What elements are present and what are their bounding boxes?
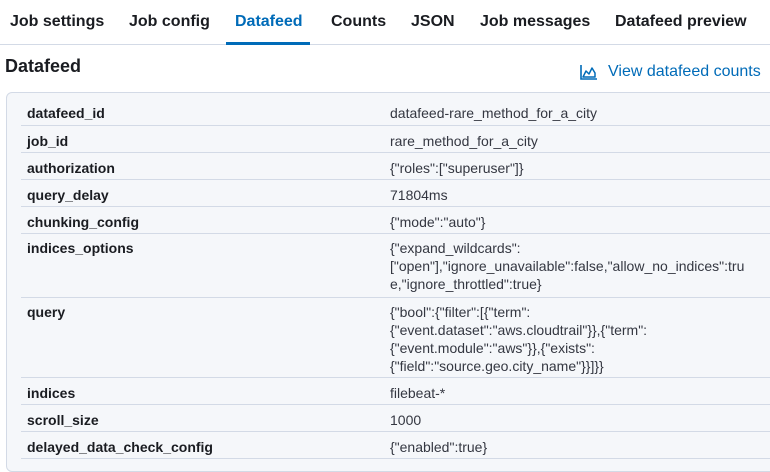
row-key: chunking_config	[27, 214, 139, 230]
row-key: job_id	[27, 133, 69, 149]
tab-datafeed-preview[interactable]: Datafeed preview	[615, 0, 747, 44]
row-value: {"enabled":true}	[390, 439, 488, 455]
table-row: query_delay 71804ms	[21, 180, 770, 207]
row-value: {"expand_wildcards": ["open"],"ignore_un…	[390, 240, 745, 292]
tab-bar: Job settings Job config Datafeed Counts …	[0, 0, 770, 45]
row-key: scroll_size	[27, 412, 99, 428]
row-value: {"bool":{"filter":[{"term": {"event.data…	[390, 304, 648, 374]
row-key: indices	[27, 385, 76, 401]
table-row: job_id rare_method_for_a_city	[21, 126, 770, 153]
row-key: datafeed_id	[27, 105, 105, 121]
row-value: 71804ms	[390, 187, 448, 203]
row-key: delayed_data_check_config	[27, 439, 213, 455]
tab-job-config[interactable]: Job config	[129, 0, 210, 44]
table-row: chunking_config {"mode":"auto"}	[21, 207, 770, 234]
active-tab-indicator	[226, 42, 310, 45]
table-row: scroll_size 1000	[21, 405, 770, 432]
tab-counts[interactable]: Counts	[331, 0, 386, 44]
tab-json[interactable]: JSON	[411, 0, 455, 44]
tab-job-messages[interactable]: Job messages	[480, 0, 590, 44]
table-row: datafeed_id datafeed-rare_method_for_a_ci…	[21, 98, 770, 126]
row-value: {"mode":"auto"}	[390, 214, 486, 230]
chart-area-icon	[580, 65, 597, 80]
view-datafeed-counts-label: View datafeed counts	[608, 63, 761, 80]
row-key: query_delay	[27, 187, 109, 203]
tab-job-settings[interactable]: Job settings	[10, 0, 104, 44]
datafeed-details-table: datafeed_id datafeed-rare_method_for_a_ci…	[21, 98, 770, 459]
row-key: authorization	[27, 160, 115, 176]
table-row: indices filebeat-*	[21, 378, 770, 405]
tab-datafeed[interactable]: Datafeed	[235, 0, 303, 44]
row-value: {"roles":["superuser"]}	[390, 160, 524, 176]
table-row: query {"bool":{"filter":[{"term": {"event…	[21, 298, 770, 378]
view-datafeed-counts-link[interactable]: View datafeed counts	[580, 61, 761, 83]
row-key: query	[27, 304, 66, 320]
table-row: delayed_data_check_config {"enabled":true…	[21, 432, 770, 459]
row-value: datafeed-rare_method_for_a_city	[390, 105, 598, 121]
table-row: authorization {"roles":["superuser"]}	[21, 153, 770, 180]
row-value: filebeat-*	[390, 385, 446, 401]
row-value: 1000	[390, 412, 422, 428]
section-title: Datafeed	[5, 56, 82, 76]
table-row: indices_options {"expand_wildcards": ["op…	[21, 234, 770, 298]
row-value: rare_method_for_a_city	[390, 133, 538, 149]
row-key: indices_options	[27, 240, 134, 256]
